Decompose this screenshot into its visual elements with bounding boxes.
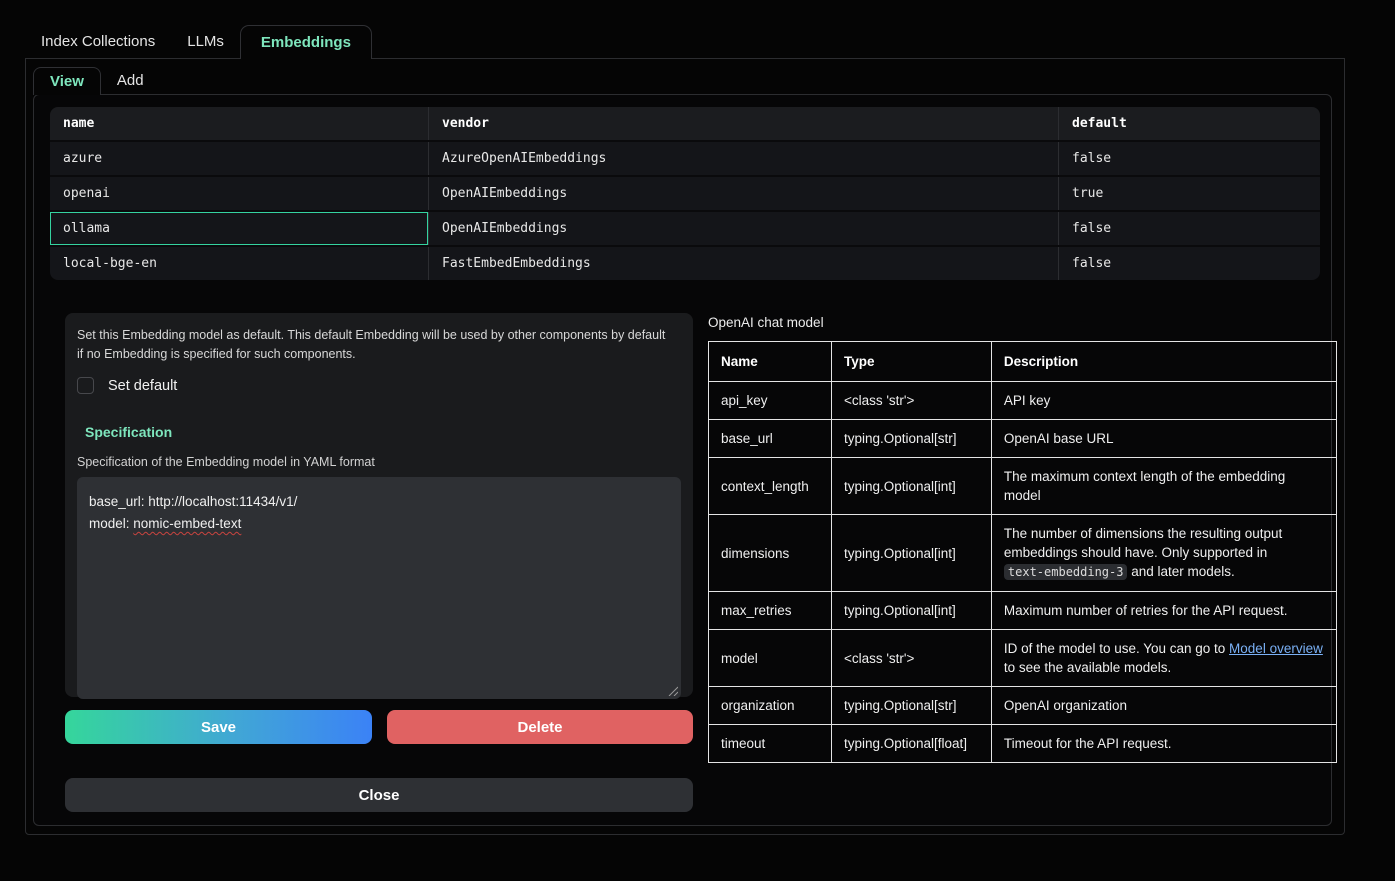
embeddings-table-header: name vendor default bbox=[50, 107, 1320, 142]
param-type: typing.Optional[str] bbox=[831, 420, 991, 458]
param-description: OpenAI organization bbox=[991, 687, 1336, 725]
table-row[interactable]: local-bge-enFastEmbedEmbeddingsfalse bbox=[50, 247, 1320, 280]
cell-vendor: AzureOpenAIEmbeddings bbox=[428, 142, 1058, 175]
set-default-row: Set default bbox=[77, 377, 681, 394]
edit-form-panel: Set this Embedding model as default. Thi… bbox=[65, 313, 693, 697]
param-type: typing.Optional[int] bbox=[831, 458, 991, 515]
param-row: base_urltyping.Optional[str]OpenAI base … bbox=[709, 420, 1337, 458]
yaml-line: model: nomic-embed-text bbox=[89, 513, 669, 535]
header-param-description: Description bbox=[991, 342, 1336, 382]
cell-default: false bbox=[1058, 212, 1320, 245]
param-name: timeout bbox=[709, 725, 832, 763]
param-type: typing.Optional[int] bbox=[831, 592, 991, 630]
tab-view[interactable]: View bbox=[33, 67, 101, 95]
header-default: default bbox=[1058, 107, 1320, 140]
tab-index-collections[interactable]: Index Collections bbox=[25, 25, 171, 58]
param-description: ID of the model to use. You can go to Mo… bbox=[991, 630, 1336, 687]
param-name: api_key bbox=[709, 382, 832, 420]
param-row: timeouttyping.Optional[float]Timeout for… bbox=[709, 725, 1337, 763]
embeddings-panel: View Add name vendor default azureAzureO… bbox=[25, 58, 1345, 835]
close-button[interactable]: Close bbox=[65, 778, 693, 812]
cell-default: false bbox=[1058, 247, 1320, 280]
cell-name: ollama bbox=[50, 212, 428, 245]
param-name: max_retries bbox=[709, 592, 832, 630]
header-vendor: vendor bbox=[428, 107, 1058, 140]
header-param-name: Name bbox=[709, 342, 832, 382]
param-row: context_lengthtyping.Optional[int]The ma… bbox=[709, 458, 1337, 515]
cell-vendor: FastEmbedEmbeddings bbox=[428, 247, 1058, 280]
yaml-editor[interactable]: base_url: http://localhost:11434/v1/mode… bbox=[77, 477, 681, 699]
params-table: Name Type Description api_key<class 'str… bbox=[708, 341, 1337, 763]
cell-default: false bbox=[1058, 142, 1320, 175]
delete-button[interactable]: Delete bbox=[387, 710, 693, 744]
save-button[interactable]: Save bbox=[65, 710, 372, 744]
docs-column: OpenAI chat model Name Type Description … bbox=[708, 313, 1337, 812]
resize-handle-icon[interactable] bbox=[668, 686, 678, 696]
param-name: dimensions bbox=[709, 515, 832, 592]
docs-title: OpenAI chat model bbox=[708, 315, 1337, 330]
set-default-label: Set default bbox=[108, 378, 177, 394]
param-row: organizationtyping.Optional[str]OpenAI o… bbox=[709, 687, 1337, 725]
param-name: organization bbox=[709, 687, 832, 725]
param-description: OpenAI base URL bbox=[991, 420, 1336, 458]
param-row: model<class 'str'>ID of the model to use… bbox=[709, 630, 1337, 687]
param-name: model bbox=[709, 630, 832, 687]
cell-default: true bbox=[1058, 177, 1320, 210]
yaml-line: base_url: http://localhost:11434/v1/ bbox=[89, 491, 669, 513]
specification-help-text: Specification of the Embedding model in … bbox=[77, 455, 681, 469]
params-table-body: api_key<class 'str'>API keybase_urltypin… bbox=[709, 382, 1337, 763]
embeddings-table-body: azureAzureOpenAIEmbeddingsfalseopenaiOpe… bbox=[50, 142, 1320, 280]
params-table-header: Name Type Description bbox=[709, 342, 1337, 382]
tab-embeddings[interactable]: Embeddings bbox=[240, 25, 372, 59]
param-name: base_url bbox=[709, 420, 832, 458]
cell-name: local-bge-en bbox=[50, 247, 428, 280]
param-type: typing.Optional[int] bbox=[831, 515, 991, 592]
tab-add[interactable]: Add bbox=[101, 67, 160, 94]
param-name: context_length bbox=[709, 458, 832, 515]
model-overview-link[interactable]: Model overview bbox=[1229, 641, 1323, 656]
param-row: max_retriestyping.Optional[int]Maximum n… bbox=[709, 592, 1337, 630]
header-name: name bbox=[50, 107, 428, 140]
table-row[interactable]: azureAzureOpenAIEmbeddingsfalse bbox=[50, 142, 1320, 177]
misspelled-word: nomic-embed-text bbox=[133, 516, 241, 531]
param-row: api_key<class 'str'>API key bbox=[709, 382, 1337, 420]
view-tab-panel: name vendor default azureAzureOpenAIEmbe… bbox=[33, 94, 1332, 826]
param-row: dimensionstyping.Optional[int]The number… bbox=[709, 515, 1337, 592]
embeddings-table: name vendor default azureAzureOpenAIEmbe… bbox=[50, 107, 1320, 280]
param-type: typing.Optional[float] bbox=[831, 725, 991, 763]
detail-section: Set this Embedding model as default. Thi… bbox=[65, 313, 1331, 812]
tab-llms[interactable]: LLMs bbox=[171, 25, 240, 58]
param-type: <class 'str'> bbox=[831, 630, 991, 687]
set-default-checkbox[interactable] bbox=[77, 377, 94, 394]
cell-vendor: OpenAIEmbeddings bbox=[428, 177, 1058, 210]
action-buttons: Save Delete bbox=[65, 710, 693, 744]
param-type: <class 'str'> bbox=[831, 382, 991, 420]
table-row[interactable]: ollamaOpenAIEmbeddingsfalse bbox=[50, 212, 1320, 247]
param-description: The maximum context length of the embedd… bbox=[991, 458, 1336, 515]
cell-name: azure bbox=[50, 142, 428, 175]
param-description: Maximum number of retries for the API re… bbox=[991, 592, 1336, 630]
param-description: Timeout for the API request. bbox=[991, 725, 1336, 763]
edit-column: Set this Embedding model as default. Thi… bbox=[65, 313, 693, 812]
sub-tab-bar: View Add bbox=[26, 59, 1344, 94]
code-chip: text-embedding-3 bbox=[1004, 564, 1128, 580]
yaml-lines: base_url: http://localhost:11434/v1/mode… bbox=[89, 491, 669, 535]
header-param-type: Type bbox=[831, 342, 991, 382]
param-type: typing.Optional[str] bbox=[831, 687, 991, 725]
param-description: The number of dimensions the resulting o… bbox=[991, 515, 1336, 592]
table-row[interactable]: openaiOpenAIEmbeddingstrue bbox=[50, 177, 1320, 212]
default-description: Set this Embedding model as default. Thi… bbox=[77, 326, 673, 364]
cell-vendor: OpenAIEmbeddings bbox=[428, 212, 1058, 245]
cell-name: openai bbox=[50, 177, 428, 210]
main-tab-bar: Index Collections LLMs Embeddings bbox=[0, 0, 1395, 58]
param-description: API key bbox=[991, 382, 1336, 420]
specification-heading: Specification bbox=[85, 424, 681, 440]
